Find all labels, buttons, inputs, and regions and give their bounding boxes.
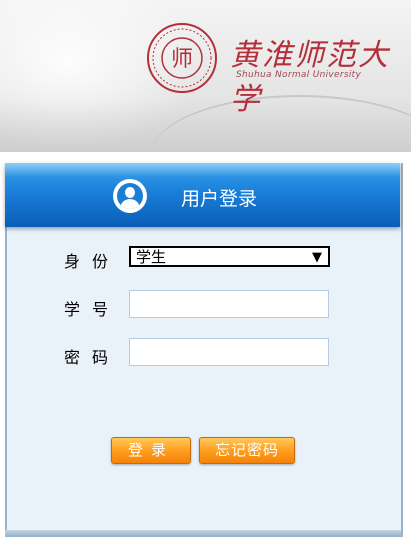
identity-label: 身份 [64, 252, 121, 271]
university-name-en: Shuhua Normal University [236, 70, 362, 80]
header-gloss [5, 163, 400, 177]
user-icon [113, 179, 147, 213]
student-id-input[interactable] [129, 290, 329, 318]
identity-select-value: 学生 [136, 248, 167, 266]
password-input[interactable] [129, 338, 329, 366]
banner: 师 黄淮师范大学 Shuhua Normal University [0, 0, 411, 152]
student-id-label: 学号 [64, 300, 121, 319]
seal-text: 师 [171, 47, 193, 72]
password-label: 密码 [64, 348, 121, 367]
login-panel-title: 用户登录 [181, 188, 258, 210]
panel-bottom-edge [5, 530, 401, 536]
identity-select[interactable]: 学生 ▼ [129, 246, 330, 267]
login-panel-header: 用户登录 [5, 163, 400, 227]
chevron-down-icon: ▼ [312, 250, 322, 265]
forgot-password-button[interactable]: 忘记密码 [199, 437, 295, 464]
login-button[interactable]: 登录 [111, 437, 191, 464]
university-seal-logo: 师 [147, 23, 217, 93]
